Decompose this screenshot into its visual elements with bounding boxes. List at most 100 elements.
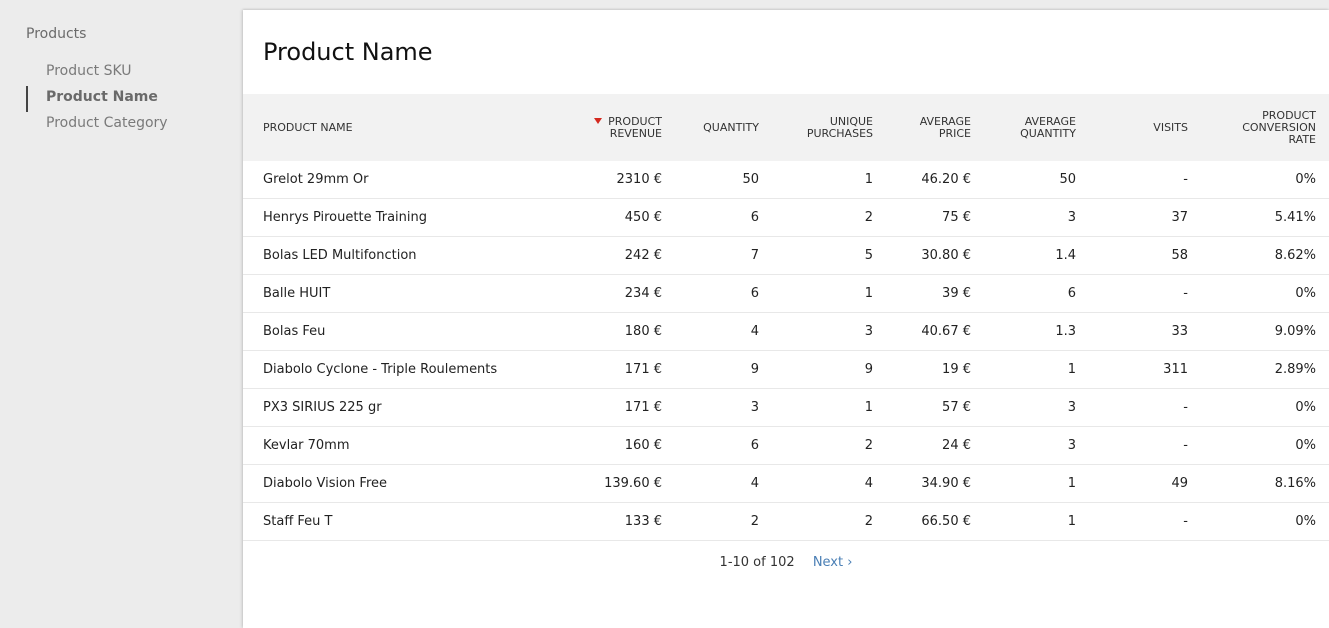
column-header-label: UNIQUE PURCHASES <box>806 114 873 140</box>
table-row[interactable]: Bolas Feu 180 €4 3 40.67 €1.3 33 9.09% <box>243 312 1329 351</box>
metric-cell: 0% <box>1201 161 1329 199</box>
metric-cell: 58 <box>1089 236 1201 275</box>
column-header-average-quantity[interactable]: AVERAGE QUANTITY <box>984 94 1089 161</box>
column-header-product-conversion-rate[interactable]: PRODUCT CONVERSION RATE <box>1201 94 1329 161</box>
metric-cell: - <box>1089 426 1201 465</box>
column-header-quantity[interactable]: QUANTITY <box>675 94 772 161</box>
column-header-label: AVERAGE PRICE <box>919 114 971 140</box>
metric-cell: 133 € <box>563 502 675 541</box>
metric-cell: 7 <box>675 236 772 275</box>
metric-cell: 6 <box>675 426 772 465</box>
metric-cell: 19 € <box>886 350 984 389</box>
metric-cell: 0% <box>1201 274 1329 313</box>
report-table: PRODUCT NAME PRODUCT REVENUE QUANTITY UNIQUE… <box>243 94 1329 541</box>
product-name-cell: Grelot 29mm Or <box>243 161 563 199</box>
sidebar-item-product-category[interactable]: Product Category <box>26 112 168 138</box>
metric-cell: 57 € <box>886 388 984 427</box>
metric-cell: 3 <box>675 388 772 427</box>
product-name-cell: Balle HUIT <box>243 274 563 313</box>
metric-cell: 50 <box>675 161 772 199</box>
column-header-product-revenue[interactable]: PRODUCT REVENUE <box>563 94 675 161</box>
report-panel: Product Name PRODUCT NAME PRODUCT REVENUE Q… <box>243 10 1329 628</box>
table-row[interactable]: Balle HUIT 234 €6 1 39 €6-0% <box>243 274 1329 313</box>
metric-cell: 8.62% <box>1201 236 1329 275</box>
metric-cell: 1 <box>984 350 1089 389</box>
table-row[interactable]: Bolas LED Multifonction 242 €7 5 30.80 €1.4… <box>243 236 1329 275</box>
metric-cell: 8.16% <box>1201 464 1329 503</box>
metric-cell: 2310 € <box>563 161 675 199</box>
metric-cell: 1 <box>772 274 886 313</box>
metric-cell: 242 € <box>563 236 675 275</box>
column-header-label: PRODUCT REVENUE <box>608 114 662 140</box>
column-header-product-name[interactable]: PRODUCT NAME <box>243 94 563 161</box>
column-header-unique-purchases[interactable]: UNIQUE PURCHASES <box>772 94 886 161</box>
metric-cell: 2.89% <box>1201 350 1329 389</box>
metric-cell: 9.09% <box>1201 312 1329 351</box>
sidebar-group-title: Products <box>26 26 87 42</box>
pagination: 1-10 of 102 Next › <box>243 555 1329 570</box>
sort-desc-icon <box>594 117 603 124</box>
metric-cell: 6 <box>675 198 772 237</box>
metric-cell: 30.80 € <box>886 236 984 275</box>
column-header-average-price[interactable]: AVERAGE PRICE <box>886 94 984 161</box>
pagination-range: 1-10 of 102 <box>719 555 795 570</box>
column-header-label: AVERAGE QUANTITY <box>1020 114 1076 140</box>
column-header-label: PRODUCT CONVERSION RATE <box>1242 108 1316 146</box>
metric-cell: 5 <box>772 236 886 275</box>
table-row[interactable]: Henrys Pirouette Training 450 €6 2 75 €3 37 5… <box>243 198 1329 237</box>
metric-cell: 311 <box>1089 350 1201 389</box>
sidebar-item-product-name[interactable]: Product Name <box>26 86 168 112</box>
metric-cell: 66.50 € <box>886 502 984 541</box>
table-row[interactable]: Grelot 29mm Or 2310 €50 1 46.20 €50-0% <box>243 161 1329 199</box>
metric-cell: 3 <box>984 426 1089 465</box>
metric-cell: 4 <box>675 312 772 351</box>
table-row[interactable]: Diabolo Vision Free 139.60 €4 4 34.90 €1 49 8… <box>243 464 1329 503</box>
metric-cell: 3 <box>984 388 1089 427</box>
metric-cell: 171 € <box>563 350 675 389</box>
product-name-cell: Bolas LED Multifonction <box>243 236 563 275</box>
metric-cell: 75 € <box>886 198 984 237</box>
metric-cell: 3 <box>984 198 1089 237</box>
metric-cell: 1 <box>984 502 1089 541</box>
table-header-row: PRODUCT NAME PRODUCT REVENUE QUANTITY UNIQUE… <box>243 94 1329 161</box>
metric-cell: 4 <box>772 464 886 503</box>
metric-cell: 4 <box>675 464 772 503</box>
product-name-cell: Bolas Feu <box>243 312 563 351</box>
sidebar-item-product-sku[interactable]: Product SKU <box>26 60 168 86</box>
metric-cell: - <box>1089 502 1201 541</box>
column-header-label: VISITS <box>1153 120 1188 134</box>
report-title: Product Name <box>263 38 433 66</box>
metric-cell: 234 € <box>563 274 675 313</box>
metric-cell: 1 <box>772 388 886 427</box>
table-row[interactable]: Staff Feu T 133 €2 2 66.50 €1-0% <box>243 502 1329 541</box>
metric-cell: - <box>1089 274 1201 313</box>
metric-cell: 2 <box>772 198 886 237</box>
metric-cell: 46.20 € <box>886 161 984 199</box>
metric-cell: 450 € <box>563 198 675 237</box>
metric-cell: 34.90 € <box>886 464 984 503</box>
table-row[interactable]: Diabolo Cyclone - Triple Roulements 171 €… <box>243 350 1329 389</box>
table-row[interactable]: Kevlar 70mm 160 €6 2 24 €3-0% <box>243 426 1329 465</box>
metric-cell: 171 € <box>563 388 675 427</box>
metric-cell: 33 <box>1089 312 1201 351</box>
metric-cell: 139.60 € <box>563 464 675 503</box>
metric-cell: 0% <box>1201 388 1329 427</box>
metric-cell: 40.67 € <box>886 312 984 351</box>
metric-cell: 160 € <box>563 426 675 465</box>
metric-cell: 3 <box>772 312 886 351</box>
metric-cell: 6 <box>675 274 772 313</box>
metric-cell: 49 <box>1089 464 1201 503</box>
next-page-link[interactable]: Next › <box>813 555 853 570</box>
product-name-cell: Diabolo Vision Free <box>243 464 563 503</box>
metric-cell: 5.41% <box>1201 198 1329 237</box>
column-header-visits[interactable]: VISITS <box>1089 94 1201 161</box>
sidebar-nav: Product SKU Product Name Product Categor… <box>26 60 168 138</box>
product-name-cell: Kevlar 70mm <box>243 426 563 465</box>
metric-cell: - <box>1089 161 1201 199</box>
metric-cell: 6 <box>984 274 1089 313</box>
metric-cell: 9 <box>772 350 886 389</box>
table-row[interactable]: PX3 SIRIUS 225 gr 171 €3 1 57 €3-0% <box>243 388 1329 427</box>
product-name-cell: PX3 SIRIUS 225 gr <box>243 388 563 427</box>
metric-cell: 0% <box>1201 426 1329 465</box>
metric-cell: 39 € <box>886 274 984 313</box>
